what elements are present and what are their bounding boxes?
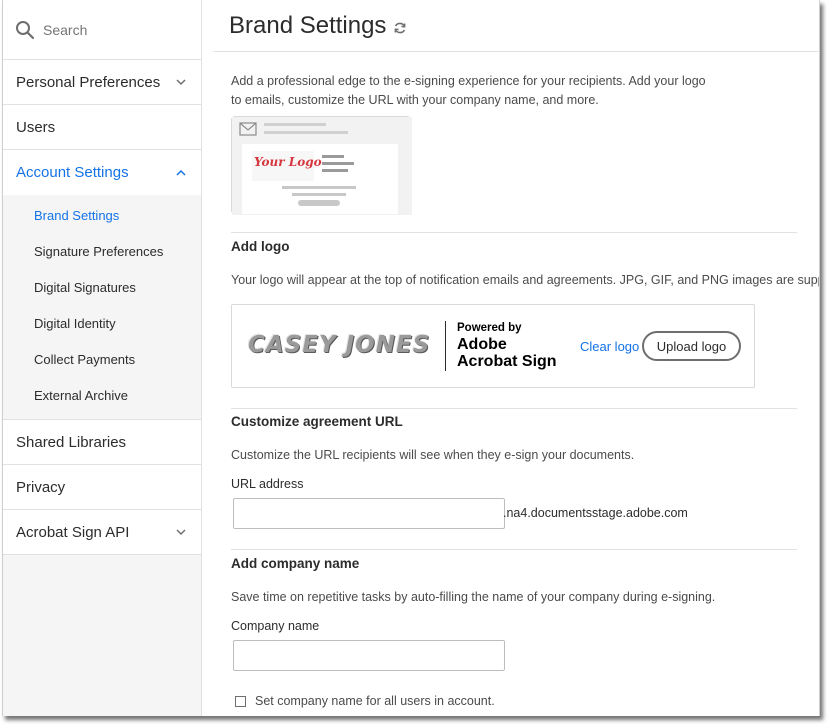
company-name-title: Add company name <box>231 556 360 571</box>
url-address-input[interactable] <box>233 498 505 529</box>
section-divider <box>231 408 797 409</box>
set-company-name-checkbox[interactable] <box>235 695 246 707</box>
sidebar-item-label: Personal Preferences <box>16 73 161 91</box>
subnav-item-label: Brand Settings <box>34 207 120 223</box>
brand-illustration: Your Logo <box>231 116 412 215</box>
company-name-description: Save time on repetitive tasks by auto-fi… <box>231 590 716 604</box>
search-box[interactable]: Search <box>3 0 201 60</box>
sidebar-item-personal-preferences[interactable]: Personal Preferences <box>3 60 201 105</box>
upload-logo-button[interactable]: Upload logo <box>642 331 741 361</box>
subnav-item-label: Signature Preferences <box>34 243 164 259</box>
subnav-item-label: Digital Signatures <box>34 279 136 295</box>
sidebar-item-label: Shared Libraries <box>16 433 127 451</box>
subnav-item-label: Collect Payments <box>34 351 136 367</box>
company-name-label: Company name <box>231 619 320 633</box>
page-title: Brand Settings <box>229 11 387 39</box>
set-company-name-label: Set company name for all users in accoun… <box>255 694 495 708</box>
chevron-down-icon <box>176 79 186 86</box>
subnav-item-label: Digital Identity <box>34 315 116 331</box>
company-logo: CASEY JONES <box>248 332 431 358</box>
add-logo-description: Your logo will appear at the top of noti… <box>231 273 820 287</box>
subnav-item-digital-signatures[interactable]: Digital Signatures <box>3 269 201 305</box>
sidebar-item-shared-libraries[interactable]: Shared Libraries <box>3 420 201 465</box>
sidebar-item-label: Acrobat Sign API <box>16 523 130 541</box>
customize-url-description: Customize the URL recipients will see wh… <box>231 448 635 462</box>
sidebar-item-privacy[interactable]: Privacy <box>3 465 201 510</box>
sidebar-item-label: Users <box>16 118 56 136</box>
sidebar-item-users[interactable]: Users <box>3 105 201 150</box>
chevron-up-icon <box>176 169 186 176</box>
sidebar-item-account-settings[interactable]: Account Settings <box>3 150 201 195</box>
logo-preview-box: CASEY JONES Powered by Adobe Acrobat Sig… <box>231 304 755 388</box>
refresh-icon[interactable] <box>393 21 407 35</box>
sidebar: Search Personal Preferences Users Accoun… <box>3 0 202 716</box>
clear-logo-link[interactable]: Clear logo <box>580 339 639 354</box>
add-logo-title: Add logo <box>231 239 290 254</box>
brand-line-1: Adobe <box>457 336 507 353</box>
app-window: Search Personal Preferences Users Accoun… <box>2 0 820 716</box>
url-address-label: URL address <box>231 477 304 491</box>
intro-text: Add a professional edge to the e-signing… <box>231 74 706 107</box>
subnav-item-external-archive[interactable]: External Archive <box>3 377 201 413</box>
page-header: Brand Settings <box>213 0 819 52</box>
url-domain-suffix: .na4.documentsstage.adobe.com <box>503 506 688 520</box>
subnav-item-digital-identity[interactable]: Digital Identity <box>3 305 201 341</box>
company-name-input[interactable] <box>233 640 505 671</box>
subnav-item-brand-settings[interactable]: Brand Settings <box>3 197 201 233</box>
brand-line-2: Acrobat Sign <box>457 353 557 370</box>
set-company-name-row[interactable]: Set company name for all users in accoun… <box>235 694 495 708</box>
customize-url-title: Customize agreement URL <box>231 414 403 429</box>
logo-separator <box>445 321 446 371</box>
main-content: Brand Settings Add a professional edge t… <box>213 0 819 716</box>
sidebar-item-acrobat-sign-api[interactable]: Acrobat Sign API <box>3 510 201 555</box>
subnav-item-signature-preferences[interactable]: Signature Preferences <box>3 233 201 269</box>
sidebar-item-label: Account Settings <box>16 164 129 181</box>
powered-by-label: Powered by <box>457 322 522 334</box>
search-icon <box>16 20 35 39</box>
brand-settings-content: Add a professional edge to the e-signing… <box>231 52 819 708</box>
adobe-acrobat-sign-branding: Powered by Adobe Acrobat Sign <box>457 321 557 370</box>
section-divider <box>231 232 797 233</box>
subnav-item-collect-payments[interactable]: Collect Payments <box>3 341 201 377</box>
account-settings-submenu: Brand Settings Signature Preferences Dig… <box>3 195 201 420</box>
subnav-item-label: External Archive <box>34 387 128 403</box>
section-divider <box>231 549 797 550</box>
chevron-down-icon <box>176 529 186 536</box>
illustration-logo-text: Your Logo <box>254 155 322 169</box>
sidebar-item-label: Privacy <box>16 478 66 496</box>
search-placeholder: Search <box>43 21 88 38</box>
